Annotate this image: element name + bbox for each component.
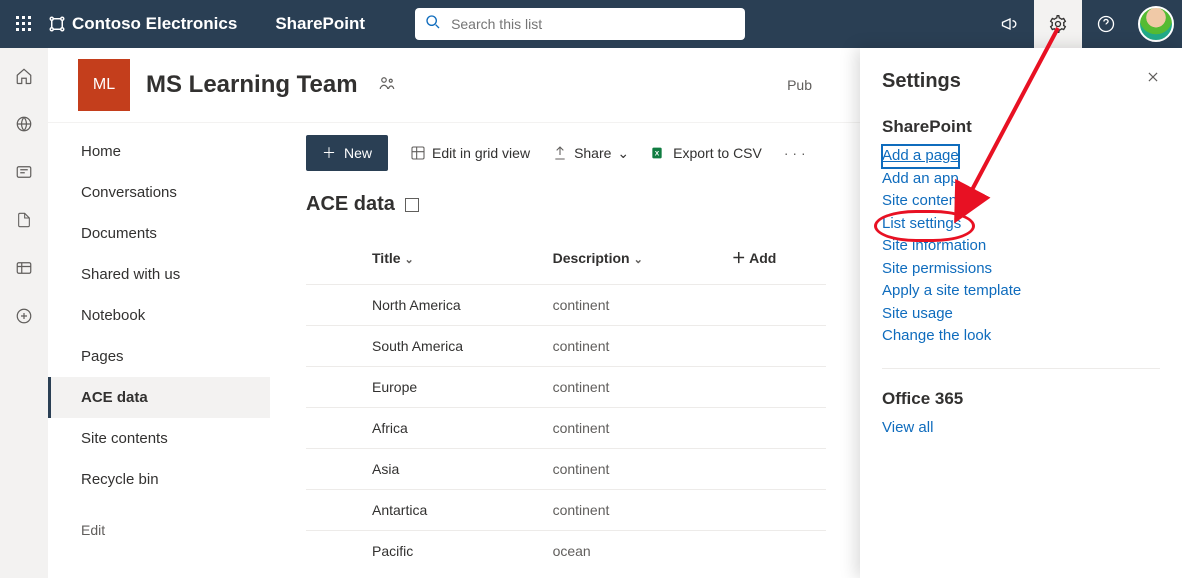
cell-description: continent	[545, 408, 724, 449]
app-name[interactable]: SharePoint	[275, 14, 365, 34]
plus-icon: ＋	[732, 250, 746, 266]
grid-icon	[410, 145, 426, 161]
chevron-down-icon: ⌄	[634, 254, 643, 266]
settings-link-site-usage[interactable]: Site usage	[882, 303, 1160, 326]
settings-link-add-page[interactable]: Add a page	[882, 145, 959, 168]
panel-divider	[882, 368, 1160, 369]
megaphone-button[interactable]	[986, 0, 1034, 48]
table-row[interactable]: Asiacontinent	[306, 449, 826, 490]
help-button[interactable]	[1082, 0, 1130, 48]
svg-text:X: X	[655, 151, 660, 158]
settings-panel-title: Settings	[882, 70, 1160, 93]
settings-gear-button[interactable]	[1034, 0, 1082, 48]
new-button[interactable]: ＋ New	[306, 135, 388, 171]
export-label: Export to CSV	[673, 145, 762, 161]
settings-panel: Settings SharePoint Add a page Add an ap…	[860, 48, 1182, 578]
app-launcher-button[interactable]	[0, 16, 48, 32]
settings-link-apply-template[interactable]: Apply a site template	[882, 280, 1160, 303]
nav-item-home[interactable]: Home	[48, 131, 270, 172]
column-header-description[interactable]: Description⌄	[545, 236, 724, 285]
site-status: Pub	[787, 77, 812, 93]
cell-title[interactable]: North America	[364, 285, 545, 326]
share-icon	[552, 145, 568, 161]
rail-files-icon[interactable]	[14, 210, 34, 230]
cell-title[interactable]: Asia	[364, 449, 545, 490]
table-row[interactable]: Africacontinent	[306, 408, 826, 449]
nav-item-documents[interactable]: Documents	[48, 213, 270, 254]
nav-item-shared[interactable]: Shared with us	[48, 254, 270, 295]
overflow-button[interactable]: · · ·	[784, 145, 806, 161]
list-title: ACE data	[306, 193, 395, 216]
rail-globe-icon[interactable]	[14, 114, 34, 134]
settings-link-view-all[interactable]: View all	[882, 417, 1160, 440]
cell-title[interactable]: Africa	[364, 408, 545, 449]
suite-header: Contoso Electronics SharePoint	[0, 0, 1182, 48]
cell-title[interactable]: Pacific	[364, 531, 545, 572]
favorite-toggle-icon[interactable]	[405, 198, 419, 212]
rail-home-icon[interactable]	[14, 66, 34, 86]
site-name[interactable]: MS Learning Team	[146, 71, 358, 99]
export-csv-button[interactable]: X Export to CSV	[651, 145, 762, 161]
share-label: Share	[574, 145, 611, 161]
nav-item-pages[interactable]: Pages	[48, 336, 270, 377]
nav-item-site-contents[interactable]: Site contents	[48, 418, 270, 459]
table-row[interactable]: Antarticacontinent	[306, 490, 826, 531]
nav-item-notebook[interactable]: Notebook	[48, 295, 270, 336]
rail-add-icon[interactable]	[14, 306, 34, 326]
list-table: Title⌄ Description⌄ ＋ Add North Americac…	[306, 236, 826, 571]
cell-title[interactable]: Europe	[364, 367, 545, 408]
nav-edit-link[interactable]: Edit	[48, 510, 270, 550]
more-icon: · · ·	[784, 145, 806, 161]
cell-description: continent	[545, 490, 724, 531]
cell-description: continent	[545, 326, 724, 367]
excel-icon: X	[651, 145, 667, 161]
edit-grid-label: Edit in grid view	[432, 145, 530, 161]
brand-icon	[48, 15, 66, 33]
table-row[interactable]: North Americacontinent	[306, 285, 826, 326]
table-row[interactable]: Europecontinent	[306, 367, 826, 408]
settings-link-site-permissions[interactable]: Site permissions	[882, 258, 1160, 281]
user-avatar[interactable]	[1138, 6, 1174, 42]
close-panel-button[interactable]	[1146, 70, 1160, 89]
cell-description: ocean	[545, 531, 724, 572]
rail-news-icon[interactable]	[14, 162, 34, 182]
rail-list-icon[interactable]	[14, 258, 34, 278]
cell-title[interactable]: South America	[364, 326, 545, 367]
settings-link-add-app[interactable]: Add an app	[882, 168, 1160, 191]
search-icon	[425, 14, 441, 35]
teams-icon[interactable]	[378, 74, 396, 97]
new-button-label: New	[344, 145, 372, 161]
cell-description: continent	[545, 285, 724, 326]
plus-icon: ＋	[322, 143, 336, 163]
column-header-title[interactable]: Title⌄	[364, 236, 545, 285]
search-box[interactable]	[415, 8, 745, 40]
add-column-button[interactable]: ＋ Add	[724, 236, 826, 285]
cell-title[interactable]: Antartica	[364, 490, 545, 531]
search-input[interactable]	[451, 16, 735, 32]
settings-section-office365: Office 365	[882, 389, 1160, 409]
chevron-down-icon: ⌄	[405, 254, 414, 266]
edit-grid-button[interactable]: Edit in grid view	[410, 145, 530, 161]
site-logo[interactable]: ML	[78, 59, 130, 111]
quick-launch-nav: Home Conversations Documents Shared with…	[48, 123, 270, 578]
cell-description: continent	[545, 449, 724, 490]
left-rail	[0, 48, 48, 578]
close-icon	[1146, 70, 1160, 84]
cell-description: continent	[545, 367, 724, 408]
nav-item-ace-data[interactable]: ACE data	[48, 377, 270, 418]
nav-item-conversations[interactable]: Conversations	[48, 172, 270, 213]
settings-link-change-look[interactable]: Change the look	[882, 325, 1160, 348]
tenant-brand[interactable]: Contoso Electronics	[48, 14, 237, 34]
share-button[interactable]: Share ⌄	[552, 145, 629, 162]
chevron-down-icon: ⌄	[617, 145, 629, 162]
settings-link-list-settings[interactable]: List settings	[882, 213, 961, 236]
nav-item-recycle-bin[interactable]: Recycle bin	[48, 459, 270, 500]
tenant-name: Contoso Electronics	[72, 14, 237, 34]
table-row[interactable]: South Americacontinent	[306, 326, 826, 367]
table-row[interactable]: Pacificocean	[306, 531, 826, 572]
settings-section-sharepoint: SharePoint	[882, 117, 1160, 137]
